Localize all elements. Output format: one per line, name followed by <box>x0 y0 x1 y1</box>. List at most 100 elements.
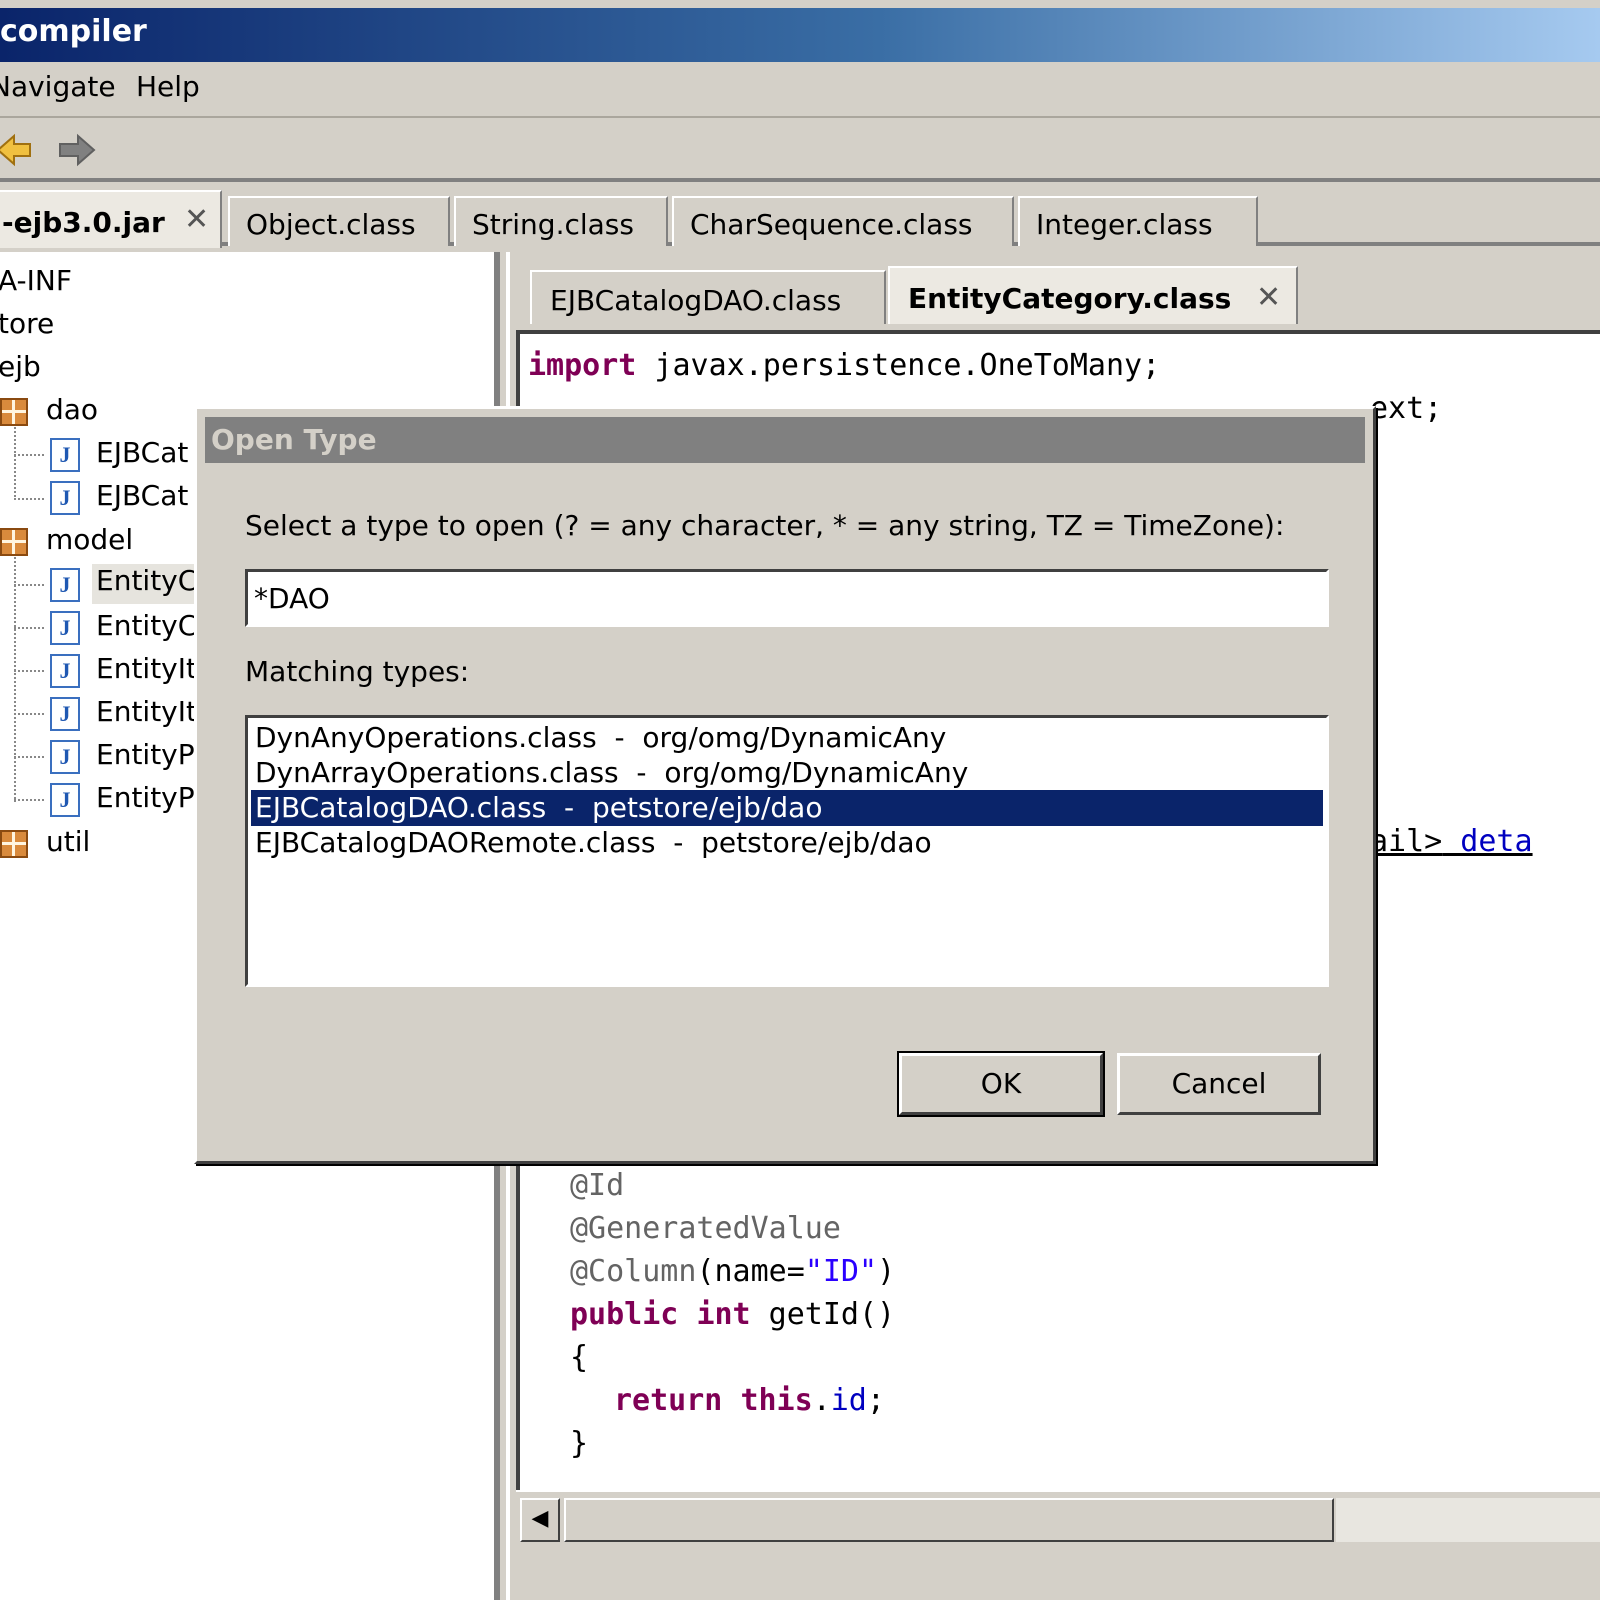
code-keyword: return <box>614 1383 723 1418</box>
tree-line <box>14 454 44 456</box>
menu-navigate[interactable]: Navigate <box>0 70 116 103</box>
tab-ejb-jar[interactable]: -ejb3.0.jar ✕ <box>0 190 222 248</box>
tree-item-ejbcatalogdaoremote[interactable]: EJBCat <box>96 479 188 519</box>
class-file-icon: J <box>50 611 80 645</box>
open-type-dialog: Open Type Select a type to open (? = any… <box>194 406 1376 1164</box>
code-annotation: @Column <box>570 1254 697 1289</box>
code-line: ext; <box>1370 391 1442 426</box>
code-keyword: int <box>696 1297 751 1332</box>
code-line: @Column(name="ID") <box>570 1254 895 1289</box>
close-icon[interactable]: ✕ <box>184 202 209 237</box>
code-keyword: this <box>740 1383 813 1418</box>
tree-item-entityitem-2[interactable]: EntityIt <box>96 695 197 735</box>
class-file-icon: J <box>50 697 80 731</box>
close-icon[interactable]: ✕ <box>1256 280 1281 315</box>
tab-integer-class[interactable]: Integer.class <box>1018 196 1258 246</box>
tab-charsequence-class[interactable]: CharSequence.class <box>672 196 1014 246</box>
list-item[interactable]: DynArrayOperations.class - org/omg/Dynam… <box>251 755 1323 791</box>
matching-types-label: Matching types: <box>245 655 470 688</box>
code-field: id <box>830 1383 867 1418</box>
tree-line <box>14 756 44 758</box>
code-string: "ID" <box>804 1254 878 1289</box>
cancel-button[interactable]: Cancel <box>1117 1053 1321 1115</box>
class-file-icon: J <box>50 568 80 602</box>
list-item-selected[interactable]: EJBCatalogDAO.class - petstore/ejb/dao <box>251 790 1323 826</box>
code-line: public int getId() <box>570 1297 895 1332</box>
editor-tab-bar: EJBCatalogDAO.class EntityCategory.class… <box>516 262 1600 324</box>
type-search-input[interactable] <box>245 569 1329 627</box>
tab-label: EJBCatalogDAO.class <box>550 284 842 317</box>
tree-item-entitycategory[interactable]: EntityC <box>92 564 202 604</box>
class-file-icon: J <box>50 481 80 515</box>
menu-bar: Navigate Help <box>0 62 1600 118</box>
tree-line <box>14 584 44 586</box>
toolbar <box>0 120 1600 182</box>
class-file-icon: J <box>50 783 80 817</box>
tab-object-class[interactable]: Object.class <box>228 196 450 246</box>
code-text: ; <box>866 1383 885 1418</box>
code-text: ail> <box>1370 824 1443 859</box>
tab-label: Integer.class <box>1036 208 1213 241</box>
code-annotation: @GeneratedValue <box>570 1211 841 1246</box>
tab-entitycategory[interactable]: EntityCategory.class ✕ <box>888 266 1298 324</box>
tree-item-ejbcatalogdao[interactable]: EJBCat <box>96 436 188 476</box>
tree-item-model[interactable]: model <box>46 523 133 563</box>
tree-item-entityproduct-2[interactable]: EntityPr <box>96 781 206 821</box>
file-tab-bar: -ejb3.0.jar ✕ Object.class String.class … <box>0 186 1600 248</box>
tree-item-entityitem[interactable]: EntityIt <box>96 652 197 692</box>
ok-button[interactable]: OK <box>897 1051 1105 1117</box>
tree-line <box>14 550 16 802</box>
tree-line <box>14 799 44 801</box>
tree-item-meta-inf[interactable]: A-INF <box>0 264 72 304</box>
list-item[interactable]: EJBCatalogDAORemote.class - petstore/ejb… <box>251 825 1323 861</box>
code-line: ail> deta <box>1370 824 1533 859</box>
window-title: compiler <box>0 14 147 49</box>
menu-help[interactable]: Help <box>136 70 200 103</box>
package-icon <box>0 830 28 858</box>
tree-item-ejb[interactable]: ejb <box>0 350 41 390</box>
tab-string-class[interactable]: String.class <box>454 196 668 246</box>
code-text: (name= <box>696 1254 805 1289</box>
tree-item-entitycategory-2[interactable]: EntityC <box>96 609 197 649</box>
code-line: import javax.persistence.OneToMany; <box>528 348 1160 383</box>
tab-label: CharSequence.class <box>690 208 973 241</box>
dialog-title: Open Type <box>205 417 1365 463</box>
code-line: } <box>570 1426 589 1461</box>
forward-arrow-icon[interactable] <box>54 130 98 170</box>
tab-label: EntityCategory.class <box>908 282 1232 315</box>
tab-label: String.class <box>472 208 634 241</box>
tab-ejbcatalogdao[interactable]: EJBCatalogDAO.class <box>530 270 886 324</box>
tree-item-entityproduct[interactable]: EntityPr <box>96 738 206 778</box>
tab-label: -ejb3.0.jar <box>2 206 165 239</box>
class-file-icon: J <box>50 438 80 472</box>
code-line: { <box>570 1340 589 1375</box>
code-annotation: @Id <box>570 1168 625 1203</box>
code-line: return this.id; <box>614 1383 885 1418</box>
tree-item-petstore[interactable]: tore <box>0 307 54 347</box>
scroll-track[interactable] <box>1336 1498 1600 1542</box>
tree-line <box>14 498 44 500</box>
tree-item-util[interactable]: util <box>46 825 90 865</box>
scroll-thumb[interactable] <box>564 1498 1334 1542</box>
code-text: ) <box>877 1254 896 1289</box>
code-keyword: public <box>570 1297 679 1332</box>
dialog-prompt: Select a type to open (? = any character… <box>245 509 1285 542</box>
code-keyword: import <box>528 348 637 383</box>
tree-line <box>14 670 44 672</box>
code-field: deta <box>1442 824 1533 859</box>
back-arrow-icon[interactable] <box>0 130 38 170</box>
tree-line <box>14 420 16 500</box>
list-item[interactable]: DynAnyOperations.class - org/omg/Dynamic… <box>251 720 1323 756</box>
scroll-left-icon[interactable]: ◀ <box>520 1498 560 1542</box>
title-bar: compiler <box>0 0 1600 62</box>
tree-line <box>14 627 44 629</box>
class-file-icon: J <box>50 654 80 688</box>
matching-types-list[interactable]: DynAnyOperations.class - org/omg/Dynamic… <box>245 715 1329 987</box>
code-text: . <box>812 1383 831 1418</box>
tree-item-dao[interactable]: dao <box>46 393 98 433</box>
tree-line <box>14 713 44 715</box>
code-text: ext; <box>1370 391 1443 426</box>
code-text: getId() <box>750 1297 896 1332</box>
horizontal-scrollbar[interactable]: ◀ <box>516 1490 1600 1546</box>
class-file-icon: J <box>50 740 80 774</box>
